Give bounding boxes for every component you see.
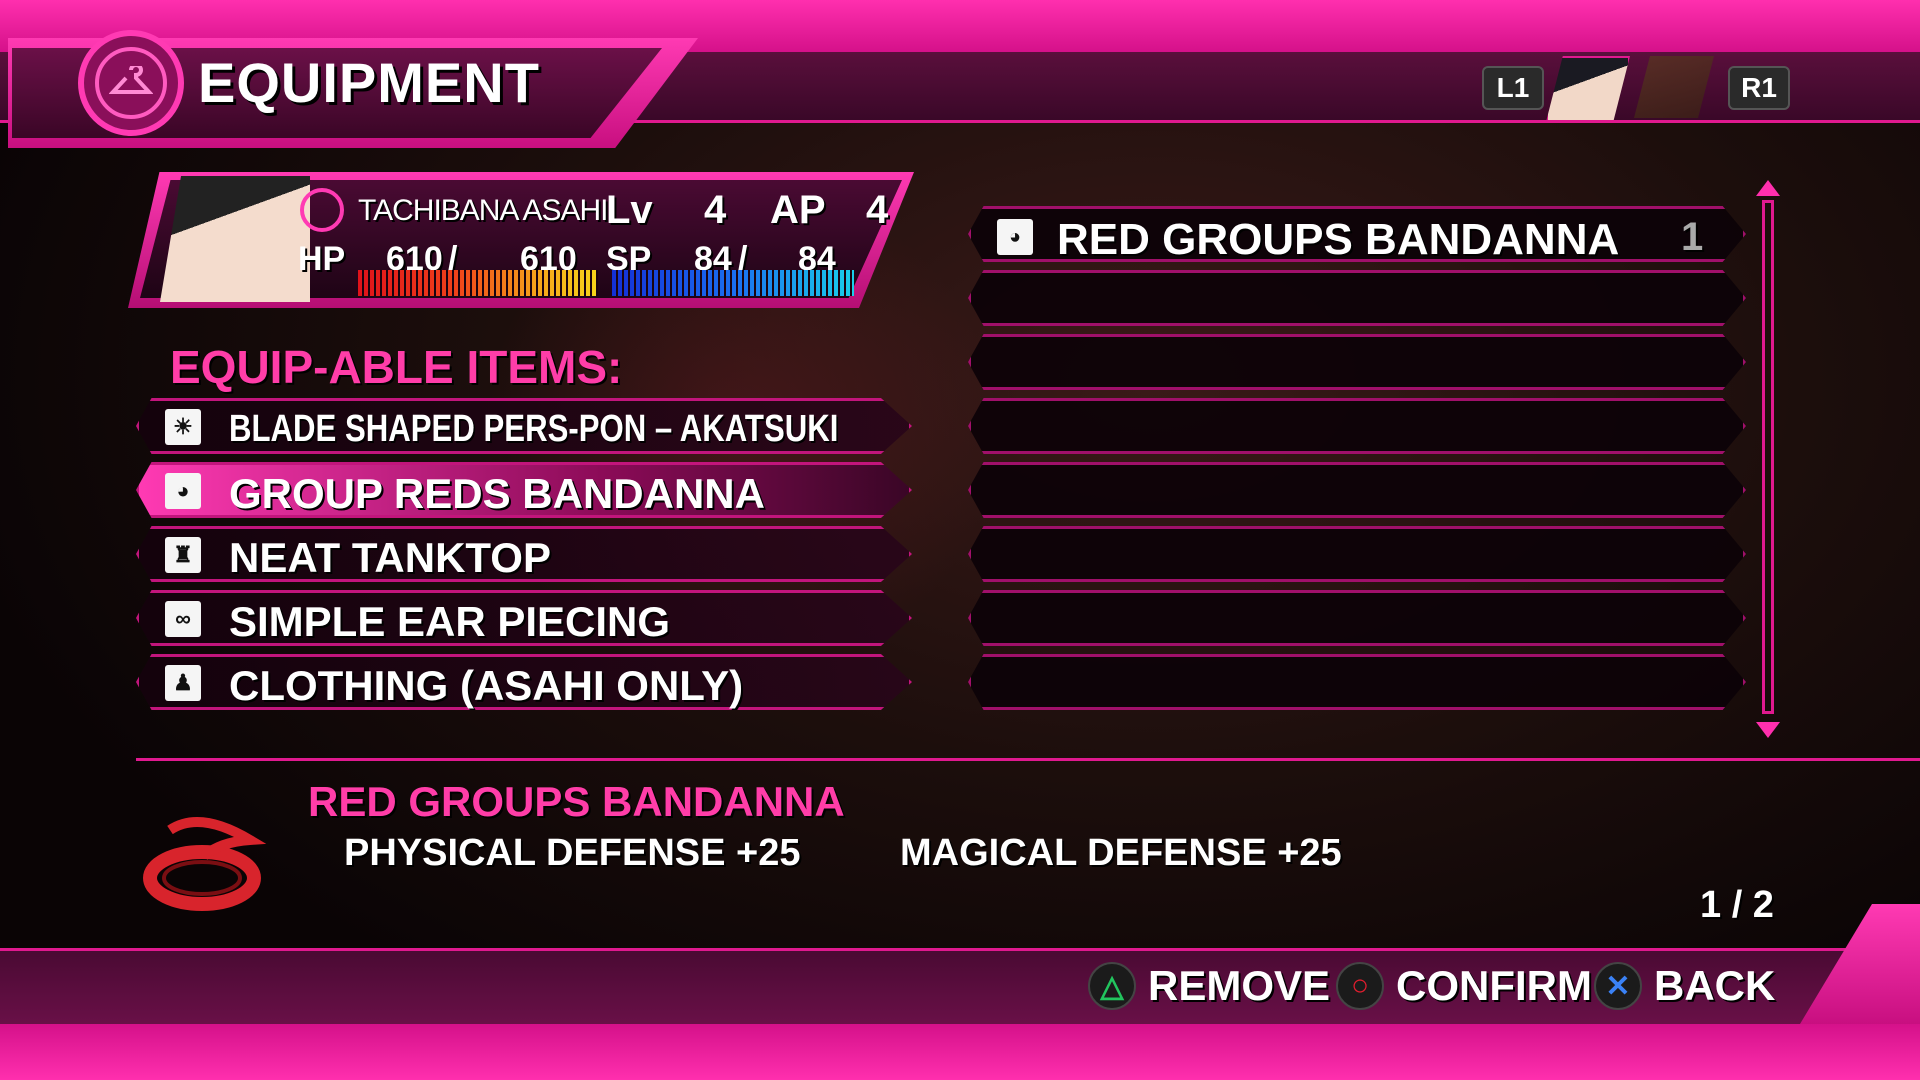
inventory-empty-slot [968,398,1746,454]
inventory-item[interactable]: ◕ RED GROUPS BANDANNA 1 [968,206,1746,262]
inventory-empty-slot [968,590,1746,646]
hp-label: HP [298,240,346,278]
equip-slot-label: NEAT TANKTOP [229,534,551,581]
confirm-label: CONFIRM [1396,962,1592,1009]
page-title: EQUIPMENT [198,51,540,114]
equip-slot-headgear[interactable]: ◕ GROUP REDS BANDANNA [136,462,912,518]
triangle-button-icon: △ [1088,962,1136,1010]
equip-slot-label: GROUP REDS BANDANNA [229,470,765,517]
bottom-frame-outer [0,1024,1920,1080]
l1-button[interactable]: L1 [1482,66,1544,110]
scrollbar[interactable] [1762,200,1774,714]
physical-defense-stat: PHYSICAL DEFENSE +25 [344,832,801,874]
headphones-icon [300,188,344,232]
inventory-item-qty: 1 [1681,215,1704,259]
cross-button-icon: ✕ [1594,962,1642,1010]
scroll-down-arrow-icon[interactable] [1756,722,1780,738]
accessory-icon: ∞ [165,601,201,637]
description-title: RED GROUPS BANDANNA [308,778,845,825]
equip-slot-clothing[interactable]: ♟ CLOTHING (ASAHI ONLY) [136,654,912,710]
back-label: BACK [1654,962,1776,1009]
equip-slot-label: BLADE SHAPED PERS-PON – AKATSUKI [229,408,839,450]
circle-button-icon: ○ [1336,962,1384,1010]
inventory-empty-slot [968,654,1746,710]
equip-slot-label: CLOTHING (ASAHI ONLY) [229,662,744,709]
equip-slot-weapon[interactable]: ☀ BLADE SHAPED PERS-PON – AKATSUKI [136,398,912,454]
hp-bar [358,270,598,296]
remove-label: REMOVE [1148,962,1331,1009]
equip-slot-body[interactable]: ♜ NEAT TANKTOP [136,526,912,582]
clothing-icon: ♟ [165,665,201,701]
inventory-empty-slot [968,526,1746,582]
ap-value: 4 [866,188,889,232]
magical-defense-stat: MAGICAL DEFENSE +25 [900,832,1342,874]
weapon-icon: ☀ [165,409,201,445]
r1-button[interactable]: R1 [1728,66,1790,110]
back-button[interactable]: ✕ BACK [1594,958,1775,1014]
inventory-item-label: RED GROUPS BANDANNA [1057,215,1620,264]
hanger-icon [78,30,184,136]
scroll-up-arrow-icon[interactable] [1756,180,1780,196]
description-divider [136,758,1920,761]
character-name: TACHIBANA ASAHI [358,194,609,227]
equip-able-heading: EQUIP-ABLE ITEMS: [170,341,623,393]
level-label: Lv [606,188,653,232]
inventory-empty-slot [968,334,1746,390]
character-portrait [160,176,310,302]
sp-bar [612,270,854,296]
confirm-button[interactable]: ○ CONFIRM [1336,958,1592,1014]
inventory-empty-slot [968,270,1746,326]
remove-button[interactable]: △ REMOVE [1088,958,1330,1014]
body-armor-icon: ♜ [165,537,201,573]
page-indicator: 1 / 2 [1700,884,1774,926]
level-value: 4 [704,188,727,232]
bandanna-icon [143,817,267,911]
equip-slot-label: SIMPLE EAR PIECING [229,598,671,645]
ap-label: AP [770,188,826,232]
equip-slot-accessory[interactable]: ∞ SIMPLE EAR PIECING [136,590,912,646]
headgear-icon: ◕ [997,219,1033,255]
headgear-icon: ◕ [165,473,201,509]
inventory-empty-slot [968,462,1746,518]
